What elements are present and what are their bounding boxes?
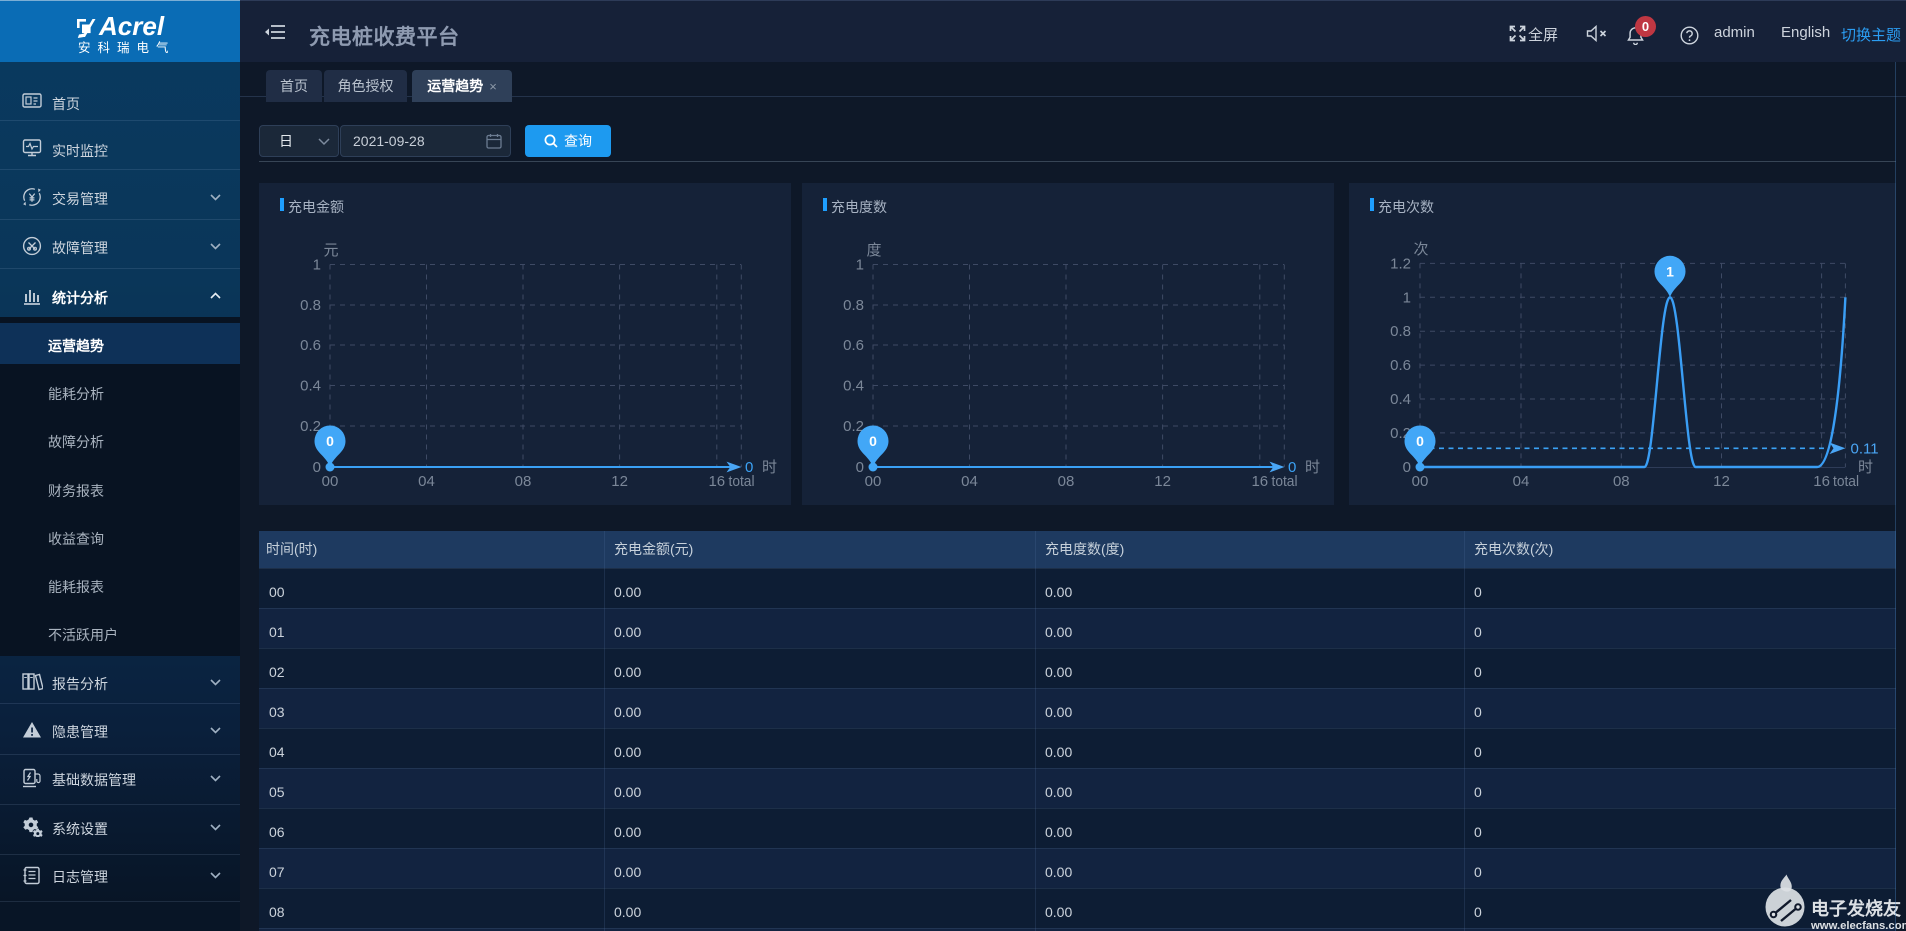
svg-text:0: 0 — [1403, 459, 1411, 476]
svg-text:0: 0 — [326, 433, 334, 449]
svg-text:0.11: 0.11 — [1851, 440, 1879, 457]
svg-text:1: 1 — [1666, 263, 1674, 279]
svg-text:www.elecfans.com: www.elecfans.com — [1810, 920, 1906, 931]
svg-text:时: 时 — [1858, 459, 1873, 476]
svg-text:00: 00 — [1412, 473, 1429, 490]
svg-text:0.6: 0.6 — [300, 337, 321, 354]
svg-text:0: 0 — [1416, 433, 1424, 449]
svg-text:12: 12 — [1154, 473, 1171, 490]
svg-text:00: 00 — [322, 473, 339, 490]
svg-text:00: 00 — [865, 473, 882, 490]
svg-text:total: total — [1833, 473, 1859, 490]
svg-text:0.4: 0.4 — [1390, 391, 1411, 408]
svg-text:0.8: 0.8 — [843, 297, 864, 314]
svg-text:0.8: 0.8 — [300, 297, 321, 314]
svg-text:04: 04 — [1513, 473, 1530, 490]
svg-text:16: 16 — [708, 473, 725, 490]
svg-text:电子发烧友: 电子发烧友 — [1811, 898, 1901, 919]
svg-text:0.4: 0.4 — [843, 378, 864, 395]
svg-text:0.6: 0.6 — [843, 337, 864, 354]
svg-text:1.2: 1.2 — [1390, 255, 1411, 272]
svg-text:08: 08 — [1613, 473, 1630, 490]
svg-text:16: 16 — [1813, 473, 1830, 490]
svg-text:次: 次 — [1413, 241, 1428, 258]
svg-text:Acrel: Acrel — [98, 11, 165, 41]
svg-text:08: 08 — [515, 473, 532, 490]
svg-text:04: 04 — [418, 473, 435, 490]
svg-text:0: 0 — [869, 433, 877, 449]
svg-text:0.4: 0.4 — [300, 378, 321, 395]
svg-text:0: 0 — [745, 459, 753, 476]
svg-text:元: 元 — [323, 242, 338, 259]
svg-text:12: 12 — [1713, 473, 1730, 490]
svg-text:时: 时 — [762, 459, 777, 476]
svg-text:08: 08 — [1058, 473, 1075, 490]
svg-text:0.6: 0.6 — [1390, 357, 1411, 374]
svg-text:16: 16 — [1251, 473, 1268, 490]
svg-text:时: 时 — [1305, 459, 1320, 476]
svg-text:0: 0 — [1288, 459, 1296, 476]
svg-text:0.8: 0.8 — [1390, 323, 1411, 340]
svg-text:12: 12 — [611, 473, 628, 490]
svg-text:1: 1 — [856, 257, 864, 274]
svg-text:04: 04 — [961, 473, 978, 490]
svg-text:安科瑞电气: 安科瑞电气 — [78, 40, 176, 55]
svg-text:1: 1 — [1403, 289, 1411, 306]
svg-text:0: 0 — [856, 459, 864, 476]
svg-text:1: 1 — [313, 257, 321, 274]
svg-text:0: 0 — [313, 459, 321, 476]
svg-text:度: 度 — [866, 242, 881, 259]
